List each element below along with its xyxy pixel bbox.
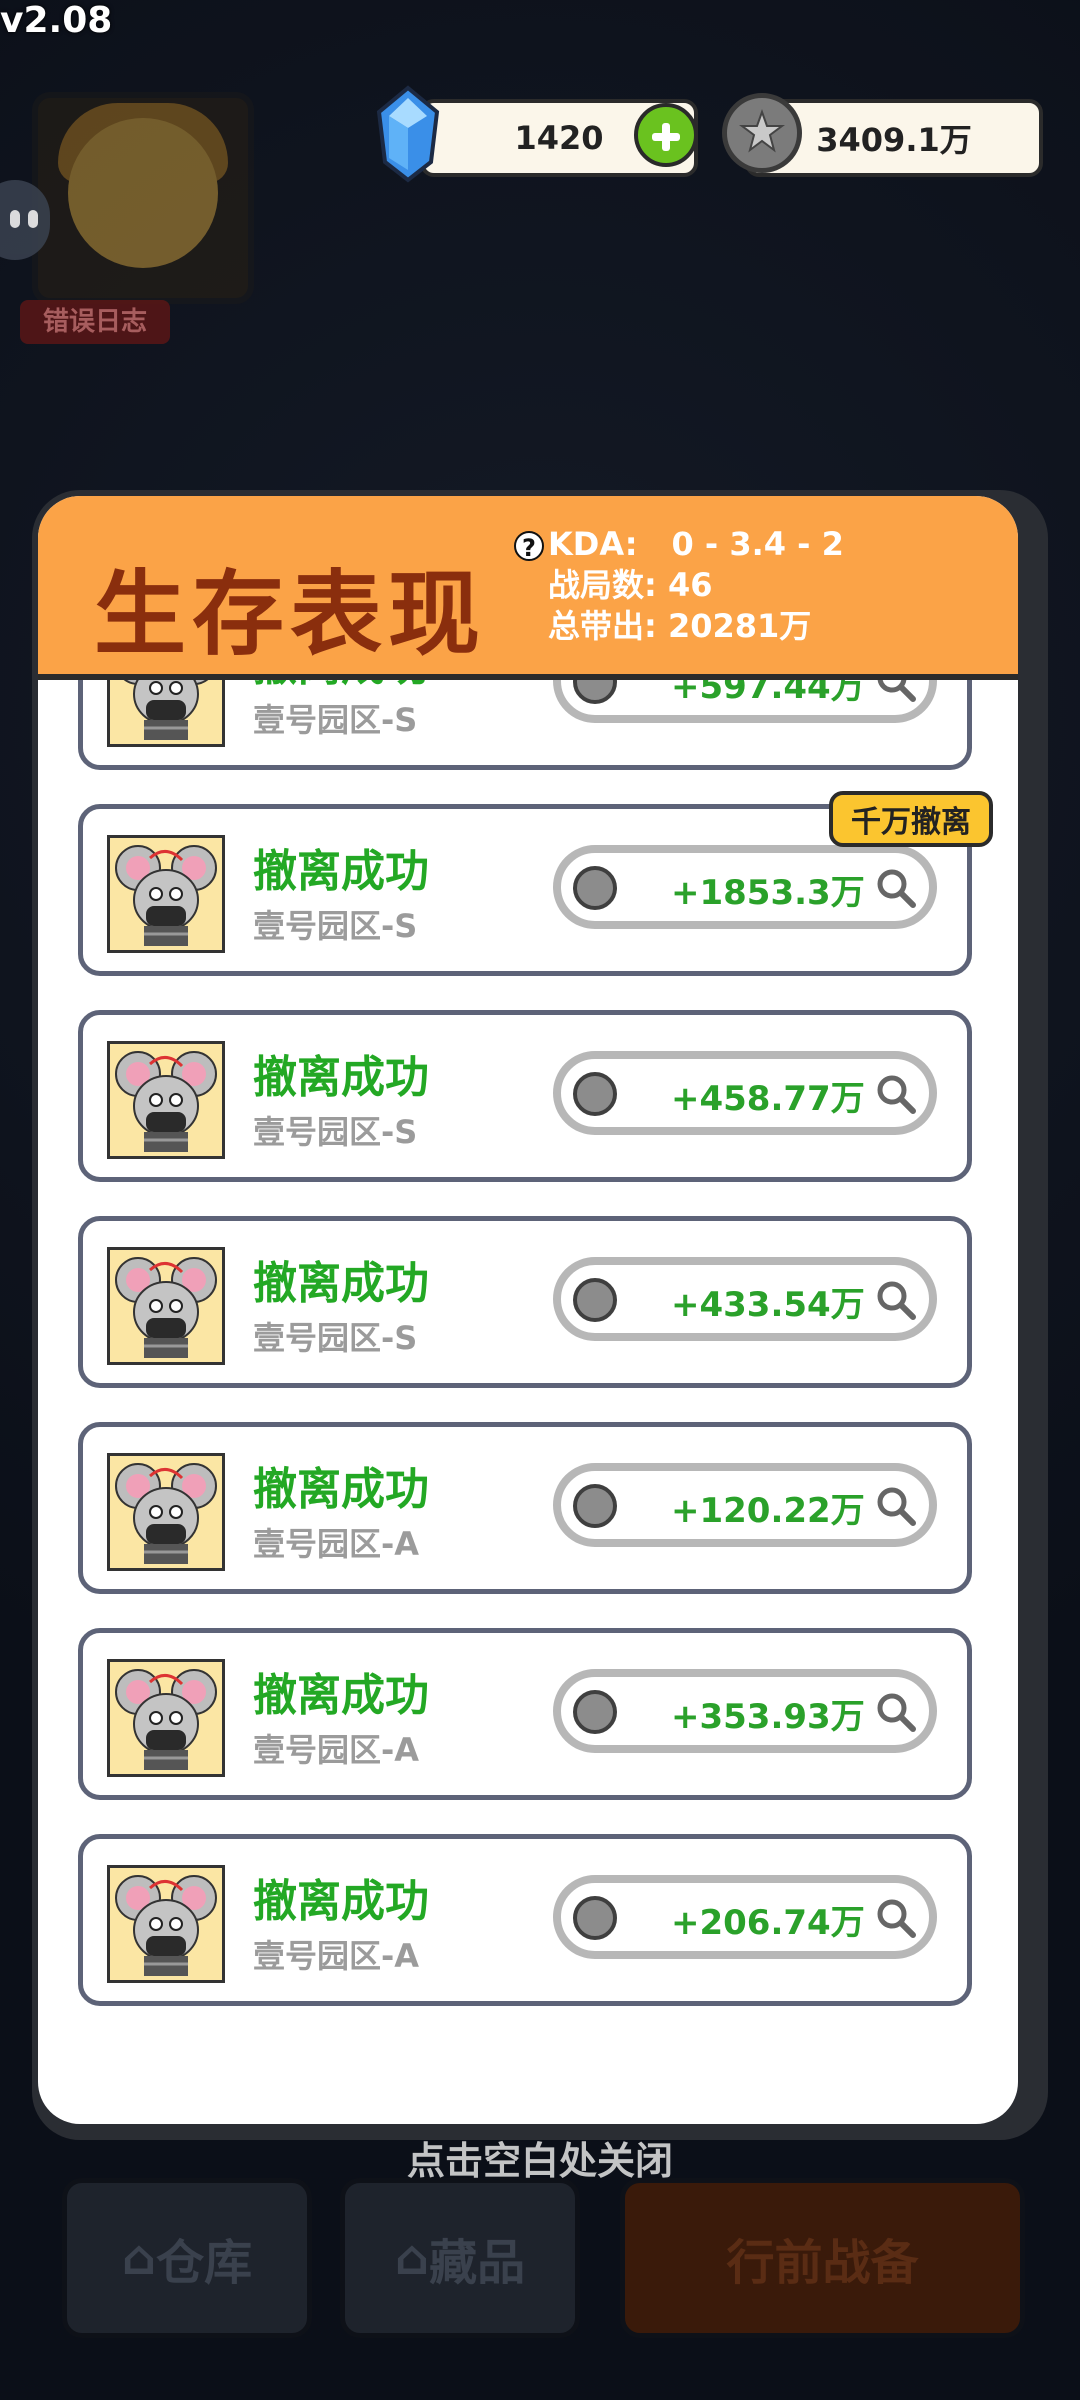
ten-million-badge: 千万撤离 xyxy=(829,791,993,847)
extraction-status: 撤离成功 xyxy=(253,1670,429,1721)
record-card[interactable]: 撤离成功 壹号园区-S +597.44万 xyxy=(78,680,972,770)
zone-label: 壹号园区-A xyxy=(253,1937,420,1975)
total-label: 总带出: xyxy=(548,607,657,645)
loot-value: +433.54万 xyxy=(671,1285,865,1325)
total-value: 20281万 xyxy=(667,607,812,645)
kda-value: 0 - 3.4 - 2 xyxy=(671,525,844,563)
player-avatar[interactable] xyxy=(32,92,254,304)
zone-label: 壹号园区-S xyxy=(253,1319,418,1357)
loot-value: +120.22万 xyxy=(671,1491,865,1531)
bot-eye-left xyxy=(10,210,20,228)
loot-value-pill[interactable]: +433.54万 xyxy=(553,1257,937,1341)
magnifier-icon[interactable] xyxy=(873,1895,919,1941)
kda-label: KDA: xyxy=(548,525,638,563)
modal-header: 生存表现 ? KDA: 0 - 3.4 - 2 战局数: 46 总带出: 20281… xyxy=(38,496,1018,680)
coin-icon xyxy=(573,1072,617,1116)
kda-row: ? KDA: 0 - 3.4 - 2 xyxy=(514,524,844,565)
modal-title: 生存表现 xyxy=(94,561,487,668)
survival-performance-modal[interactable]: 生存表现 ? KDA: 0 - 3.4 - 2 战局数: 46 总带出: 20281… xyxy=(38,496,1018,2124)
loot-value: +597.44万 xyxy=(671,680,865,707)
magnifier-icon[interactable] xyxy=(873,1071,919,1117)
total-row: 总带出: 20281万 xyxy=(514,606,844,647)
error-log-button[interactable]: 错误日志 xyxy=(20,300,170,344)
collection-label: 藏品 xyxy=(429,2235,526,2291)
stats-summary: ? KDA: 0 - 3.4 - 2 战局数: 46 总带出: 20281万 xyxy=(514,524,844,647)
magnifier-icon[interactable] xyxy=(873,865,919,911)
rounds-label: 战局数: xyxy=(548,566,657,604)
zone-label: 壹号园区-A xyxy=(253,1525,420,1563)
coin-icon xyxy=(573,1690,617,1734)
record-card[interactable]: 撤离成功 壹号园区-S +1853.3万 千万撤离 xyxy=(78,791,993,976)
mouse-character-portrait xyxy=(107,1659,225,1777)
loot-value-pill[interactable]: +458.77万 xyxy=(553,1051,937,1135)
magnifier-icon[interactable] xyxy=(873,680,919,705)
version-label: v2.08 xyxy=(0,0,113,41)
prepare-button[interactable]: 行前战备 xyxy=(620,2178,1025,2338)
coin-icon xyxy=(573,1896,617,1940)
extraction-status: 撤离成功 xyxy=(253,1258,429,1309)
extraction-status: 撤离成功 xyxy=(253,1464,429,1515)
record-card[interactable]: 撤离成功 壹号园区-S +458.77万 xyxy=(78,1010,972,1182)
loot-value-pill[interactable]: +120.22万 xyxy=(553,1463,937,1547)
warehouse-button[interactable]: ⌂ 仓库 xyxy=(62,2178,312,2338)
add-gems-button[interactable] xyxy=(634,103,698,167)
home-icon: ⌂ xyxy=(121,2230,157,2286)
extraction-status: 撤离成功 xyxy=(253,1876,429,1927)
loot-value: +206.74万 xyxy=(671,1903,865,1943)
extraction-status: 撤离成功 xyxy=(253,846,429,897)
rounds-value: 46 xyxy=(667,566,713,604)
coin-icon xyxy=(573,680,617,704)
loot-value-pill[interactable]: +353.93万 xyxy=(553,1669,937,1753)
magnifier-icon[interactable] xyxy=(873,1689,919,1735)
gem-amount: 1420 xyxy=(514,119,604,157)
mouse-character-portrait xyxy=(107,680,225,747)
coin-amount: 3409.1万 xyxy=(816,121,972,159)
collection-button[interactable]: ⌂ 藏品 xyxy=(340,2178,580,2338)
loot-value: +353.93万 xyxy=(671,1697,865,1737)
coin-icon xyxy=(573,1278,617,1322)
mouse-character-portrait xyxy=(107,835,225,953)
loot-value-pill[interactable]: +597.44万 xyxy=(553,680,937,723)
mouse-character-portrait xyxy=(107,1453,225,1571)
extraction-status: 撤离成功 xyxy=(253,680,429,693)
mouse-character-portrait xyxy=(107,1865,225,1983)
magnifier-icon[interactable] xyxy=(873,1277,919,1323)
record-card[interactable]: 撤离成功 壹号园区-A +353.93万 xyxy=(78,1628,972,1800)
extraction-status: 撤离成功 xyxy=(253,1052,429,1103)
loot-value-pill[interactable]: +1853.3万 xyxy=(553,845,937,929)
coin-icon xyxy=(722,93,802,173)
coin-icon xyxy=(573,1484,617,1528)
gem-icon xyxy=(376,85,440,183)
bot-eye-right xyxy=(28,210,38,228)
record-card[interactable]: 撤离成功 壹号园区-S +433.54万 xyxy=(78,1216,972,1388)
zone-label: 壹号园区-S xyxy=(253,907,418,945)
home-icon: ⌂ xyxy=(394,2230,430,2286)
record-card[interactable]: 撤离成功 壹号园区-A +120.22万 xyxy=(78,1422,972,1594)
avatar-face xyxy=(68,118,218,268)
zone-label: 壹号园区-S xyxy=(253,701,418,739)
record-list[interactable]: 撤离成功 壹号园区-S +597.44万 xyxy=(38,680,1018,2056)
zone-label: 壹号园区-A xyxy=(253,1731,420,1769)
rounds-row: 战局数: 46 xyxy=(514,565,844,606)
mouse-character-portrait xyxy=(107,1041,225,1159)
coin-icon xyxy=(573,866,617,910)
warehouse-label: 仓库 xyxy=(156,2235,253,2291)
loot-value: +1853.3万 xyxy=(671,873,865,913)
zone-label: 壹号园区-S xyxy=(253,1113,418,1151)
mouse-character-portrait xyxy=(107,1247,225,1365)
loot-value-pill[interactable]: +206.74万 xyxy=(553,1875,937,1959)
record-card[interactable]: 撤离成功 壹号园区-A +206.74万 xyxy=(78,1834,972,2006)
help-icon[interactable]: ? xyxy=(514,531,544,562)
magnifier-icon[interactable] xyxy=(873,1483,919,1529)
loot-value: +458.77万 xyxy=(671,1079,865,1119)
